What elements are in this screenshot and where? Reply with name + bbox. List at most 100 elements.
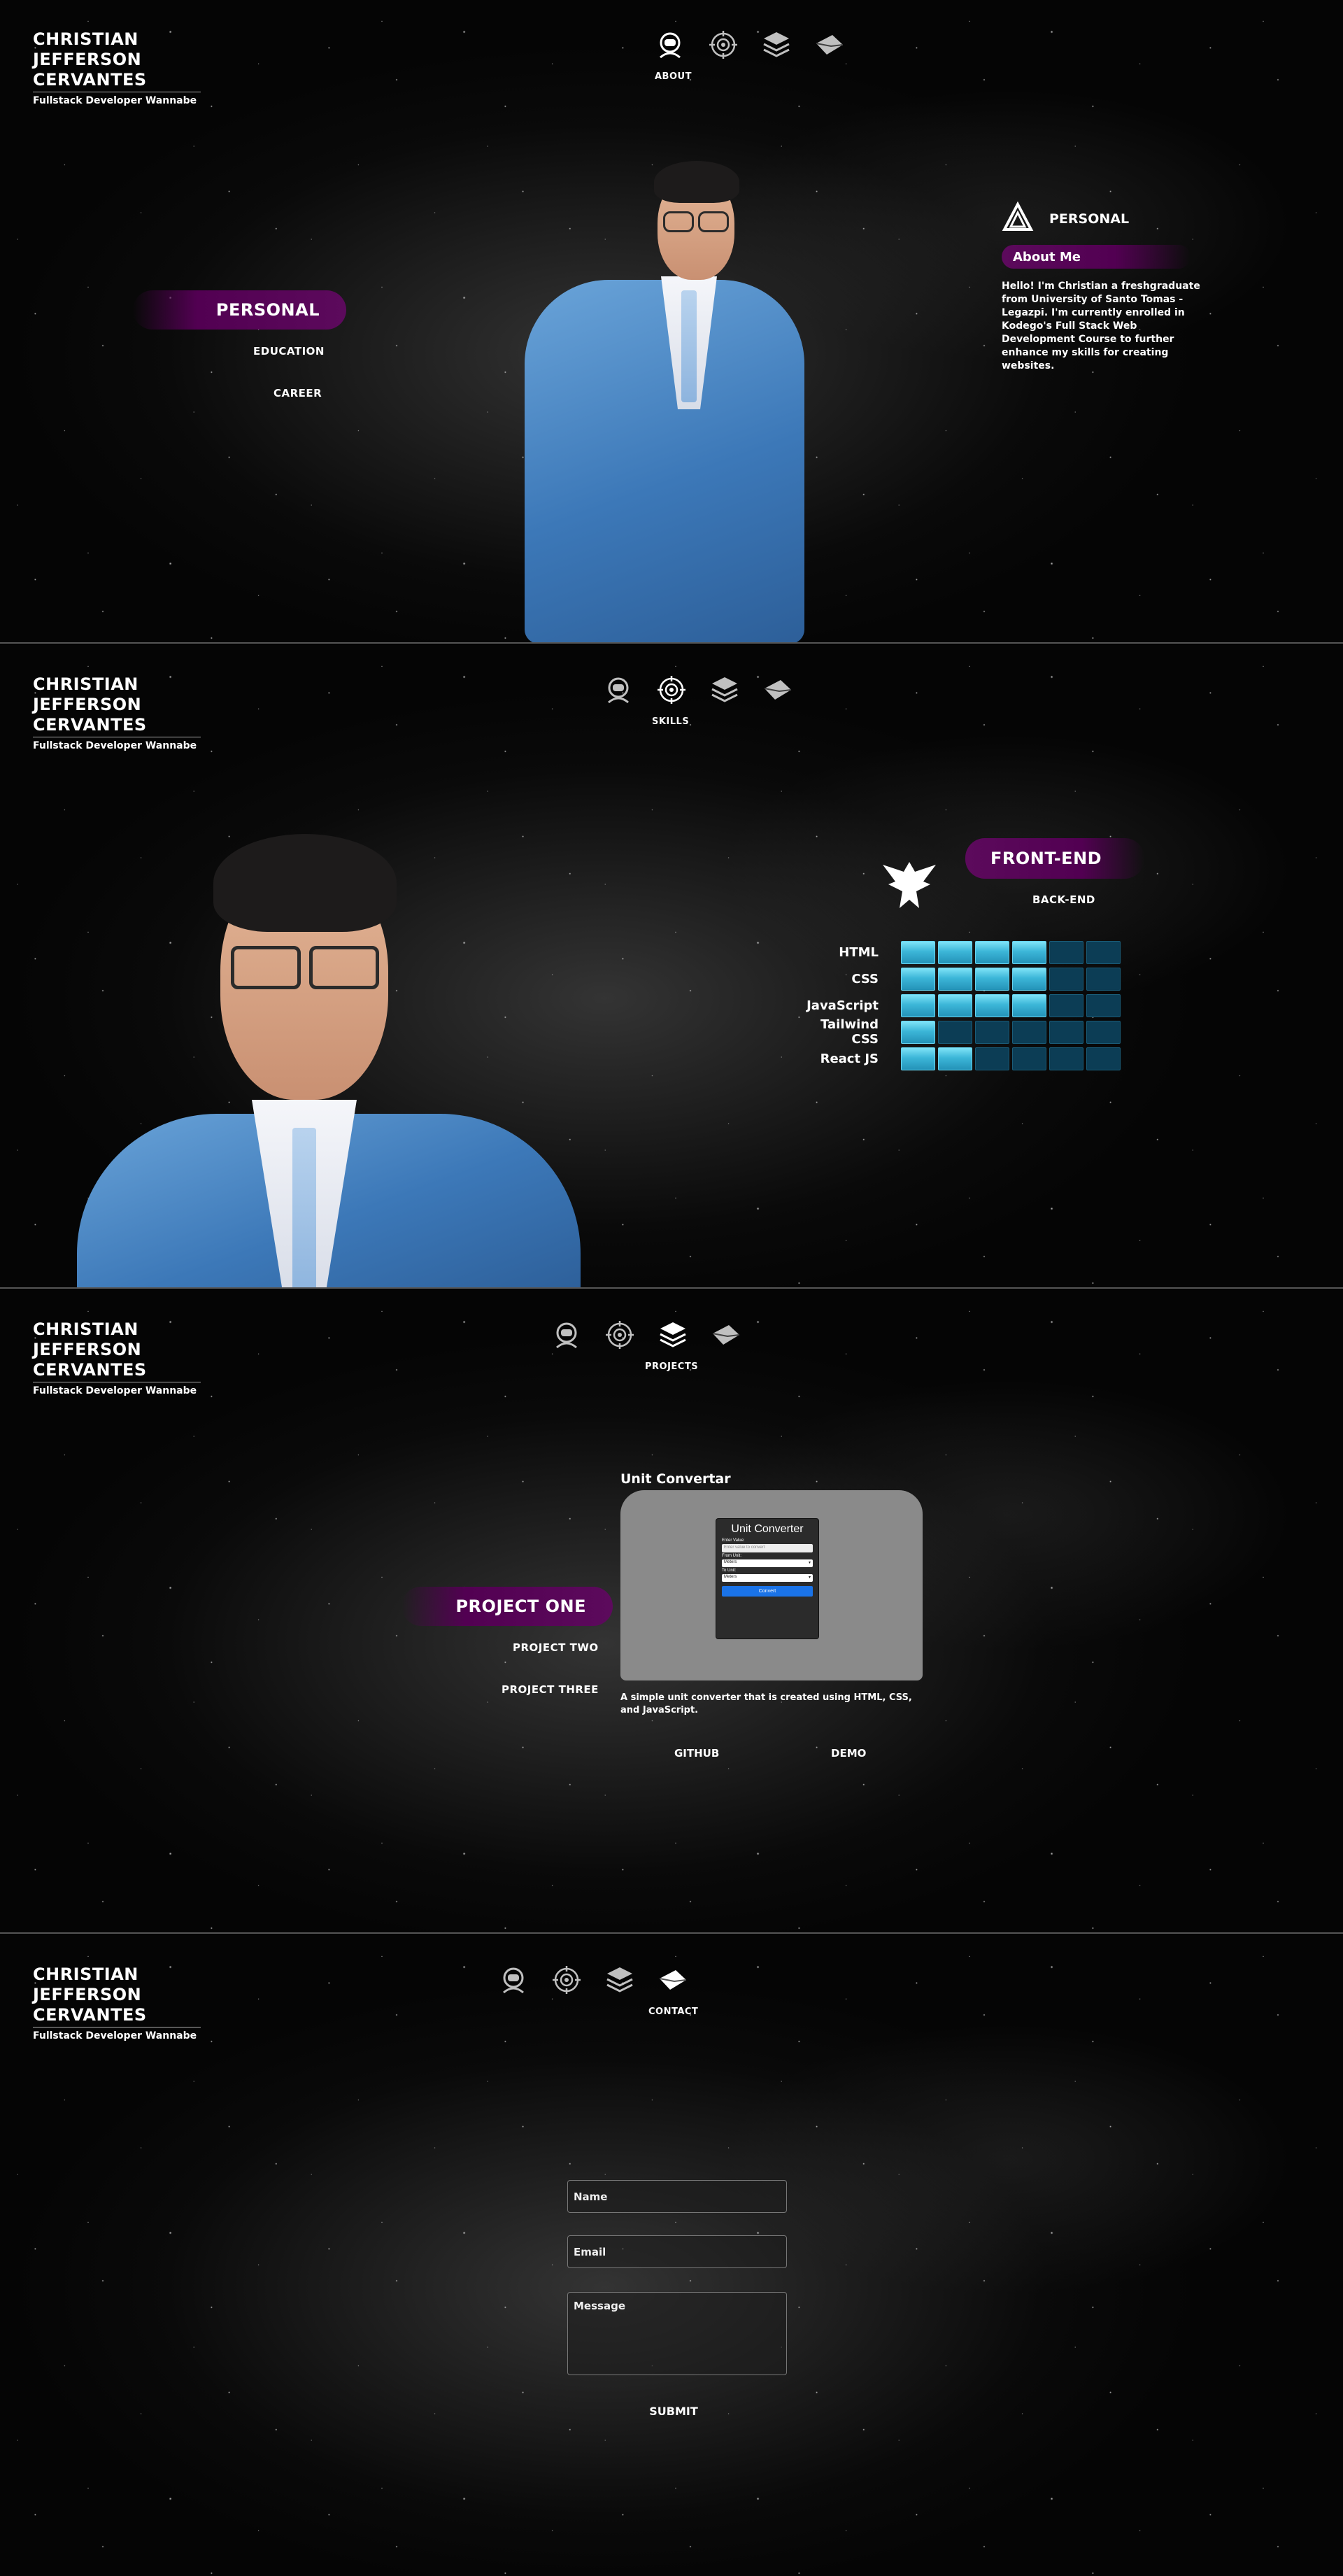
about-card-subtitle: About Me	[1002, 245, 1191, 269]
skill-cell-empty	[1049, 993, 1083, 1017]
skill-cell-empty	[1086, 940, 1121, 964]
skill-cell-empty	[1049, 967, 1083, 991]
skills-table: HTML CSS JavaScript Tailwind CSS React JS	[804, 939, 1121, 1072]
target-icon[interactable]	[706, 28, 740, 62]
target-icon[interactable]	[655, 673, 688, 707]
skill-cell-filled	[1012, 940, 1046, 964]
preview-from-select: Meters ▾	[722, 1559, 813, 1567]
main-nav	[602, 673, 795, 707]
preview-convert-button: Convert	[722, 1586, 813, 1597]
brand-name: Christian Jefferson Cervantes	[33, 1965, 201, 2027]
tab-career[interactable]: Career	[273, 387, 322, 399]
tab-project-two[interactable]: Project Two	[513, 1641, 599, 1654]
brand-name: Christian Jefferson Cervantes	[33, 29, 201, 92]
skill-cell-filled	[901, 940, 935, 964]
skill-label: React JS	[820, 1051, 879, 1066]
tab-front-end[interactable]: Front-End	[965, 838, 1144, 879]
project-description: A simple unit converter that is created …	[620, 1692, 912, 1715]
tab-back-end[interactable]: Back-End	[1032, 893, 1095, 906]
skill-cell-filled	[975, 993, 1009, 1017]
email-field[interactable]	[567, 2235, 787, 2268]
nav-label-about: About	[655, 71, 692, 82]
brand: Christian Jefferson Cervantes Fullstack …	[33, 674, 201, 752]
message-field[interactable]	[567, 2292, 787, 2375]
brand-name: Christian Jefferson Cervantes	[33, 674, 201, 737]
main-nav	[497, 1963, 690, 1997]
skill-label: CSS	[851, 971, 879, 986]
skill-row: JavaScript	[804, 992, 1121, 1019]
brand-name: Christian Jefferson Cervantes	[33, 1319, 201, 1382]
name-field[interactable]	[567, 2180, 787, 2213]
skill-cell-filled	[938, 1047, 972, 1070]
portrait-closeup-photo	[77, 834, 595, 1287]
envelope-icon[interactable]	[761, 673, 795, 707]
github-link[interactable]: Github	[674, 1747, 719, 1760]
preview-to-label: To Unit:	[722, 1569, 737, 1573]
skill-cell-empty	[1086, 993, 1121, 1017]
submit-button[interactable]: Submit	[642, 2405, 705, 2418]
tab-project-one[interactable]: Project One	[402, 1587, 613, 1626]
about-card-title: Personal	[1049, 211, 1130, 227]
tab-project-three[interactable]: Project Three	[502, 1683, 599, 1696]
preview-enter-label: Enter Value:	[722, 1538, 745, 1543]
brand-tagline: Fullstack Developer Wannabe	[33, 740, 197, 751]
project-preview: Unit Converter Enter Value: Enter value …	[620, 1490, 923, 1680]
layers-icon[interactable]	[708, 673, 741, 707]
target-icon[interactable]	[603, 1318, 637, 1352]
tab-education[interactable]: Education	[253, 345, 325, 358]
skill-cell-filled	[975, 940, 1009, 964]
about-section: Christian Jefferson Cervantes Fullstack …	[0, 0, 1343, 644]
skill-cell-filled	[1012, 993, 1046, 1017]
skill-cell-filled	[1012, 967, 1046, 991]
skill-cell-empty	[1049, 1020, 1083, 1044]
envelope-icon[interactable]	[813, 28, 846, 62]
tab-personal[interactable]: Personal	[133, 290, 346, 330]
nav-label-contact: Contact	[648, 2007, 699, 2017]
skill-label: JavaScript	[806, 998, 879, 1013]
layers-icon[interactable]	[760, 28, 793, 62]
envelope-icon[interactable]	[709, 1318, 743, 1352]
skill-cell-empty	[975, 1047, 1009, 1070]
skill-cell-filled	[938, 993, 972, 1017]
preview-title: Unit Converter	[731, 1523, 804, 1535]
skill-cell-empty	[1049, 1047, 1083, 1070]
layers-icon[interactable]	[656, 1318, 690, 1352]
about-card: Personal About Me Hello! I'm Christian a…	[1002, 201, 1211, 373]
layers-icon[interactable]	[603, 1963, 637, 1997]
astronaut-icon[interactable]	[497, 1963, 530, 1997]
skill-cell-empty	[1049, 940, 1083, 964]
main-nav	[550, 1318, 743, 1352]
skill-level-bar	[901, 967, 1121, 991]
demo-link[interactable]: Demo	[831, 1747, 866, 1760]
skill-cell-empty	[938, 1020, 972, 1044]
skill-cell-filled	[901, 993, 935, 1017]
skills-section: Christian Jefferson Cervantes Fullstack …	[0, 645, 1343, 1289]
brand: Christian Jefferson Cervantes Fullstack …	[33, 29, 201, 107]
skill-level-bar	[901, 940, 1121, 964]
triangle-logo-icon	[1002, 201, 1034, 236]
nav-label-projects: Projects	[645, 1361, 699, 1372]
main-nav	[653, 28, 846, 62]
skill-cell-filled	[901, 1020, 935, 1044]
astronaut-icon[interactable]	[602, 673, 635, 707]
eagle-emblem-icon	[880, 856, 939, 918]
skill-row: HTML	[804, 939, 1121, 965]
skill-cell-filled	[975, 967, 1009, 991]
project-title: Unit Convertar	[620, 1471, 731, 1487]
preview-to-select: Meters ▾	[722, 1574, 813, 1582]
skill-label: HTML	[839, 944, 879, 960]
brand: Christian Jefferson Cervantes Fullstack …	[33, 1319, 201, 1397]
astronaut-icon[interactable]	[653, 28, 687, 62]
skill-level-bar	[901, 993, 1121, 1017]
about-text: Hello! I'm Christian a freshgraduate fro…	[1002, 281, 1200, 371]
envelope-icon[interactable]	[656, 1963, 690, 1997]
skill-cell-empty	[1012, 1020, 1046, 1044]
skill-level-bar	[901, 1020, 1121, 1044]
skill-cell-filled	[938, 940, 972, 964]
target-icon[interactable]	[550, 1963, 583, 1997]
astronaut-icon[interactable]	[550, 1318, 583, 1352]
skill-label: Tailwind CSS	[820, 1017, 879, 1047]
skill-row: Tailwind CSS	[804, 1017, 1121, 1047]
skill-cell-empty	[975, 1020, 1009, 1044]
brand: Christian Jefferson Cervantes Fullstack …	[33, 1965, 201, 2042]
